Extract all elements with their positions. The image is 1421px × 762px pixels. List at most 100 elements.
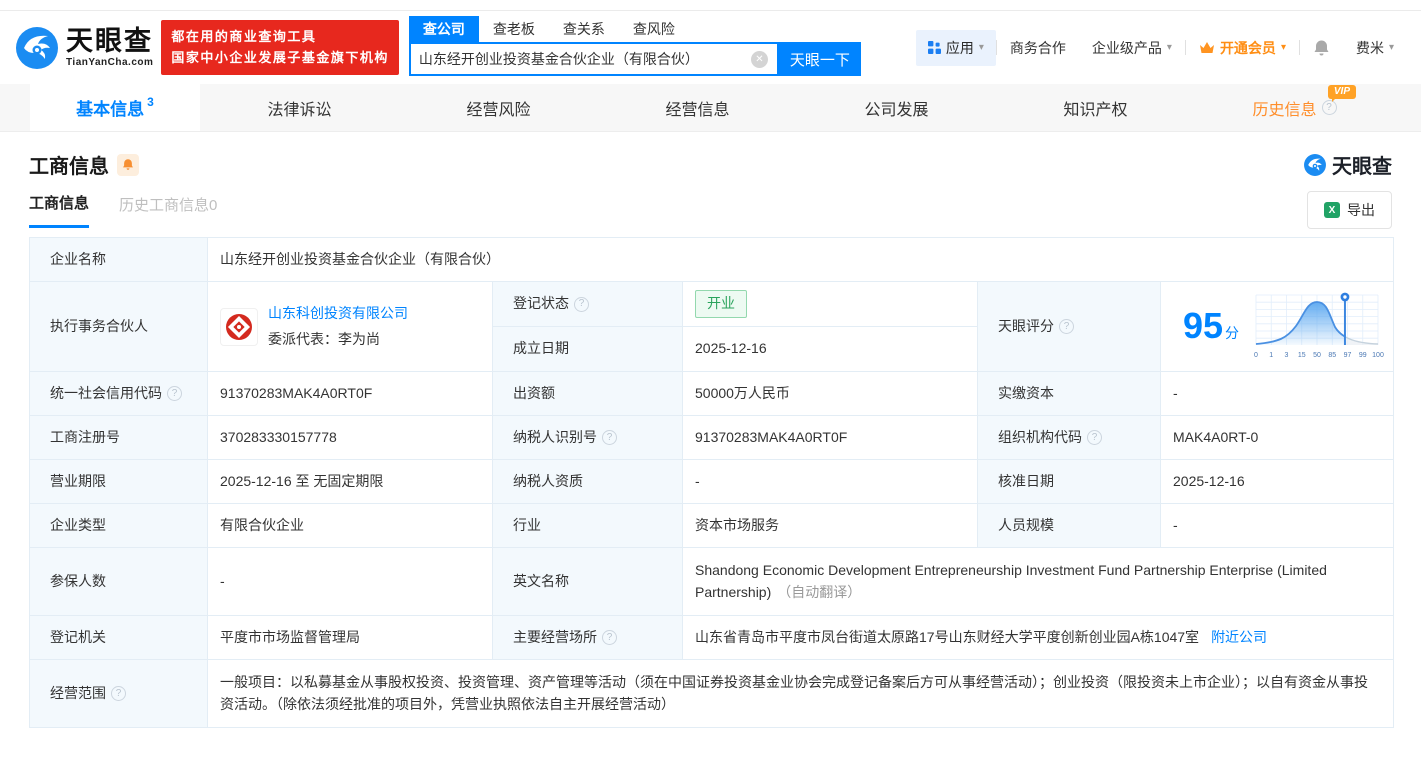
svg-text:85: 85: [1328, 352, 1336, 359]
svg-text:3: 3: [1285, 352, 1289, 359]
field-label: 执行事务合伙人: [30, 282, 208, 372]
field-label: 英文名称: [493, 548, 683, 616]
top-nav: 应用 ▾ 商务合作 企业级产品 ▾ 开通会员 ▾ 费米 ▾: [916, 30, 1407, 66]
search-input[interactable]: [411, 51, 751, 67]
field-value-company-type: 有限合伙企业: [208, 504, 493, 548]
help-icon[interactable]: ?: [167, 386, 182, 401]
search-box: ✕: [409, 42, 779, 76]
brand-watermark: 天眼查: [1303, 150, 1392, 179]
nav-user[interactable]: 费米 ▾: [1343, 38, 1407, 58]
field-label: 行业: [493, 504, 683, 548]
tab-history-info[interactable]: VIP 历史信息 ?: [1195, 84, 1394, 131]
search-tabs: 查公司 查老板 查关系 查风险: [409, 19, 861, 42]
nearby-companies-link[interactable]: 附近公司: [1211, 627, 1267, 649]
tab-basic-info[interactable]: 基本信息 3: [30, 84, 200, 131]
partner-company-logo: [220, 308, 258, 346]
field-label: 企业名称: [30, 238, 208, 282]
field-value-exec-partner: 山东科创投资有限公司 委派代表：李为尚: [208, 282, 493, 372]
apps-grid-icon: [928, 41, 941, 54]
logo-title: 天眼查: [66, 28, 153, 55]
help-icon[interactable]: ?: [602, 630, 617, 645]
field-value-reg-authority: 平度市市场监督管理局: [208, 616, 493, 660]
clear-search-icon[interactable]: ✕: [751, 51, 768, 68]
site-header: 天眼查 TianYanCha.com 都在用的商业查询工具 国家中小企业发展子基…: [0, 11, 1421, 84]
svg-text:15: 15: [1298, 352, 1306, 359]
tianyancha-logo[interactable]: 天眼查 TianYanCha.com: [14, 25, 153, 71]
score-distribution-chart: 0131550859799100: [1249, 289, 1389, 365]
field-value-paid-capital: -: [1161, 372, 1394, 416]
help-icon[interactable]: ?: [1059, 319, 1074, 334]
subtab-business-info[interactable]: 工商信息: [29, 192, 89, 228]
excel-icon: X: [1324, 202, 1340, 218]
nav-apps[interactable]: 应用 ▾: [916, 30, 996, 66]
tab-legal[interactable]: 法律诉讼: [200, 84, 399, 131]
svg-text:0: 0: [1254, 352, 1258, 359]
promo-line1: 都在用的商业查询工具: [171, 27, 389, 48]
tab-operation-info[interactable]: 经营信息: [598, 84, 797, 131]
chevron-down-icon: ▾: [1167, 42, 1172, 53]
field-label: 登记机关: [30, 616, 208, 660]
search-tab-company[interactable]: 查公司: [409, 16, 479, 42]
search-button[interactable]: 天眼一下: [779, 42, 861, 76]
nav-enterprise[interactable]: 企业级产品 ▾: [1079, 38, 1185, 58]
subscribe-bell-icon[interactable]: [117, 154, 139, 176]
subtab-history-business-info[interactable]: 历史工商信息0: [119, 194, 217, 227]
search-tab-boss[interactable]: 查老板: [479, 16, 549, 42]
search-tab-risk[interactable]: 查风险: [619, 16, 689, 42]
auto-translate-note: （自动翻译）: [777, 584, 861, 600]
field-value-approval-date: 2025-12-16: [1161, 460, 1394, 504]
help-icon[interactable]: ?: [1322, 100, 1337, 115]
field-label: 实缴资本: [978, 372, 1161, 416]
tab-company-development[interactable]: 公司发展: [797, 84, 996, 131]
tianyancha-logo-icon: [14, 25, 60, 71]
nav-vip[interactable]: 开通会员 ▾: [1186, 38, 1299, 58]
search-tab-relation[interactable]: 查关系: [549, 16, 619, 42]
help-icon[interactable]: ?: [111, 686, 126, 701]
help-icon[interactable]: ?: [1087, 430, 1102, 445]
field-value-contribution: 50000万人民币: [683, 372, 978, 416]
section-header: 工商信息 天眼查: [29, 150, 1392, 179]
field-label: 出资额: [493, 372, 683, 416]
nav-vip-label: 开通会员: [1220, 38, 1276, 58]
field-label: 组织机构代码?: [978, 416, 1161, 460]
tab-intellectual-property[interactable]: 知识产权: [996, 84, 1195, 131]
help-icon[interactable]: ?: [574, 297, 589, 312]
chevron-down-icon: ▾: [1389, 42, 1394, 53]
promo-banner: 都在用的商业查询工具 国家中小企业发展子基金旗下机构: [161, 20, 399, 76]
nav-cooperation[interactable]: 商务合作: [997, 38, 1079, 58]
field-value-business-address: 山东省青岛市平度市凤台街道太原路17号山东财经大学平度创新创业园A栋1047室 …: [683, 616, 1394, 660]
field-value-reg-status: 开业: [683, 282, 978, 327]
field-label: 参保人数: [30, 548, 208, 616]
field-label: 统一社会信用代码?: [30, 372, 208, 416]
field-value-credit-code: 91370283MAK4A0RT0F: [208, 372, 493, 416]
partner-company-link[interactable]: 山东科创投资有限公司: [268, 303, 408, 325]
field-value-company-name: 山东经开创业投资基金合伙企业（有限合伙）: [208, 238, 1394, 282]
bell-icon: [1313, 39, 1330, 57]
chevron-down-icon: ▾: [979, 42, 984, 53]
nav-user-label: 费米: [1356, 38, 1384, 58]
brand-name: 天眼查: [1332, 150, 1392, 179]
field-label: 企业类型: [30, 504, 208, 548]
score-value: 95: [1183, 305, 1223, 346]
field-value-taxpayer-qualification: -: [683, 460, 978, 504]
field-label: 人员规模: [978, 504, 1161, 548]
tab-label: 知识产权: [1063, 96, 1127, 120]
help-icon[interactable]: ?: [602, 430, 617, 445]
tab-operation-risk[interactable]: 经营风险: [399, 84, 598, 131]
svg-text:1: 1: [1269, 352, 1273, 359]
tab-label: 历史信息: [1252, 96, 1316, 120]
search-area: 查公司 查老板 查关系 查风险 ✕ 天眼一下: [409, 19, 861, 76]
vip-badge: VIP: [1328, 85, 1356, 99]
nav-notifications[interactable]: [1300, 39, 1343, 57]
field-value-org-code: MAK4A0RT-0: [1161, 416, 1394, 460]
field-value-english-name: Shandong Economic Development Entreprene…: [683, 548, 1394, 616]
field-value-taxpayer-id: 91370283MAK4A0RT0F: [683, 416, 978, 460]
svg-text:97: 97: [1344, 352, 1352, 359]
tab-label: 公司发展: [864, 96, 928, 120]
score-unit: 分: [1225, 325, 1239, 341]
export-button[interactable]: X 导出: [1307, 191, 1392, 229]
field-label: 成立日期: [493, 327, 683, 372]
partner-representative: 委派代表：李为尚: [268, 329, 408, 351]
field-label: 核准日期: [978, 460, 1161, 504]
nav-enterprise-label: 企业级产品: [1092, 38, 1162, 58]
